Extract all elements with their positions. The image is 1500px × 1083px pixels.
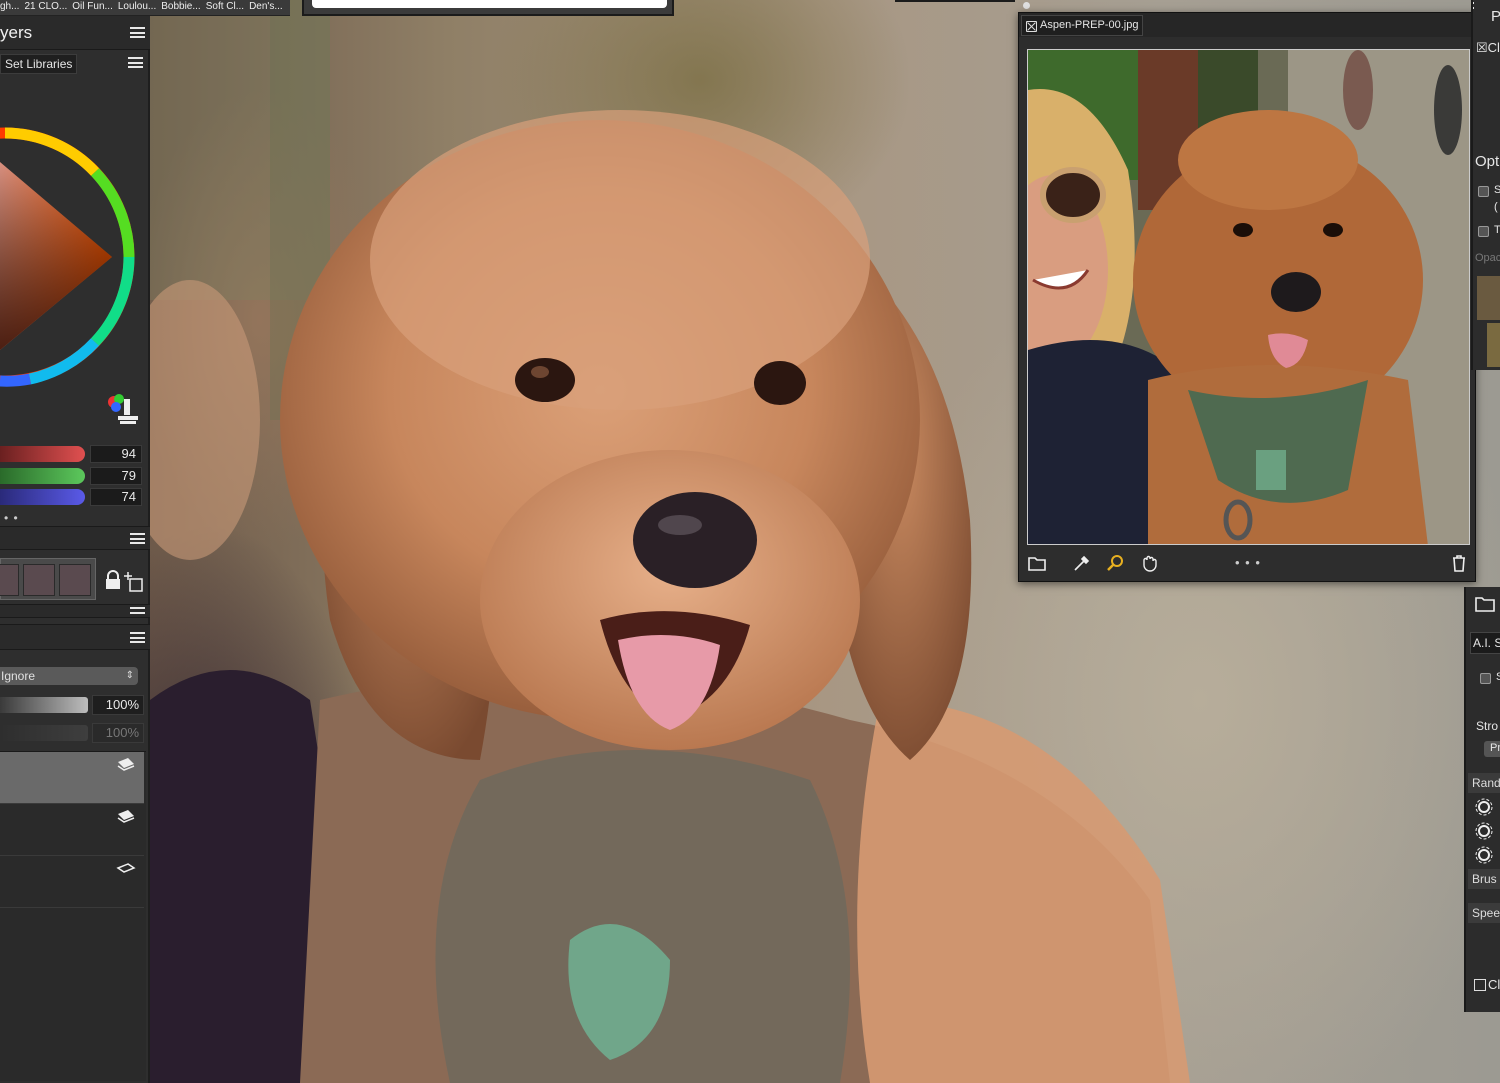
random-section[interactable]: Rand: [1468, 773, 1500, 793]
menu-icon[interactable]: [1473, 2, 1474, 13]
brush-tab[interactable]: Oil Fun...: [72, 1, 113, 12]
left-panel: yers Set Libraries 94 79 74 • • Ignore ⇕…: [0, 16, 150, 1083]
speed-section[interactable]: Spee: [1468, 903, 1500, 923]
checkbox[interactable]: [1478, 186, 1489, 197]
color-swatch[interactable]: [0, 564, 19, 596]
brush-library-strip: gh... 21 CLO... Oil Fun... Loulou... Bobbie.…: [0, 0, 290, 16]
color-swatch[interactable]: [23, 564, 55, 596]
blue-slider[interactable]: 74: [0, 487, 150, 507]
divider: [895, 0, 1015, 2]
menu-icon[interactable]: [130, 632, 145, 643]
menu-icon[interactable]: [130, 27, 145, 38]
red-slider-bar[interactable]: [0, 446, 85, 462]
checkbox-label: S: [1496, 671, 1500, 683]
checkbox-sublabel: (: [1494, 201, 1498, 213]
more-options[interactable]: • •: [4, 511, 19, 525]
checkbox-label: S: [1494, 184, 1500, 196]
green-slider-bar[interactable]: [0, 468, 85, 484]
magnifier-icon[interactable]: [1105, 553, 1125, 573]
gear-icon[interactable]: [1474, 845, 1494, 865]
close-icon[interactable]: [1026, 21, 1037, 32]
panel-heading: P: [1491, 8, 1500, 25]
options-heading: Opt: [1475, 153, 1500, 170]
stroke-label: Stro: [1476, 719, 1499, 733]
brush-tab[interactable]: Den's...: [249, 1, 283, 12]
ai-field[interactable]: A.I. S: [1470, 632, 1500, 654]
red-slider[interactable]: 94: [0, 444, 150, 464]
search-box: [302, 0, 674, 16]
window-dot[interactable]: [1023, 2, 1030, 9]
more-options[interactable]: • • •: [1235, 555, 1261, 570]
menu-icon[interactable]: [130, 533, 145, 544]
gear-icon[interactable]: [1474, 797, 1494, 817]
layers-options-header: [0, 624, 150, 650]
reference-tab-label: Aspen-PREP-00.jpg: [1040, 19, 1139, 31]
reference-tab[interactable]: Aspen-PREP-00.jpg: [1021, 15, 1143, 36]
panel-title: yers: [0, 23, 33, 42]
grain-slider[interactable]: [0, 725, 88, 741]
reference-image-panel: Aspen-PREP-00.jpg • • •: [1018, 12, 1476, 582]
folder-icon[interactable]: [1027, 553, 1047, 573]
layer-item[interactable]: [0, 752, 144, 804]
layers-header: yers: [0, 16, 150, 50]
opacity-field[interactable]: 100%: [92, 695, 144, 715]
checkbox[interactable]: [1480, 673, 1491, 684]
close-label: Cl: [1488, 977, 1500, 992]
swatch-row: [0, 558, 96, 600]
panel-close-label[interactable]: ☒Cl: [1476, 40, 1500, 56]
grabber-hand-icon[interactable]: [1139, 553, 1159, 573]
trash-icon[interactable]: [1449, 553, 1469, 573]
gear-icon[interactable]: [1474, 821, 1494, 841]
right-panel-bottom: A.I. S S Stro Pr Rand Brus Spee Cl: [1464, 587, 1500, 1012]
opacity-label: Opac: [1475, 252, 1500, 264]
layer-item[interactable]: [0, 856, 144, 908]
composite-method-select[interactable]: Ignore ⇕: [0, 667, 138, 685]
lock-icon[interactable]: [104, 570, 122, 590]
close-icon[interactable]: [1474, 979, 1486, 991]
composite-method-value: Ignore: [1, 669, 36, 683]
red-value-field[interactable]: 94: [90, 445, 142, 463]
swatches-header: [0, 526, 150, 550]
menu-icon[interactable]: [130, 607, 145, 615]
reference-photo[interactable]: [1027, 49, 1470, 545]
green-value-field[interactable]: 79: [90, 467, 142, 485]
checkbox-label: T: [1494, 224, 1500, 236]
color-swatch[interactable]: [59, 564, 91, 596]
layer-icon: [116, 863, 136, 873]
new-layer-icon[interactable]: [124, 572, 144, 592]
brush-tab[interactable]: Bobbie...: [161, 1, 200, 12]
reference-toolbar: • • •: [1019, 547, 1475, 579]
menu-icon[interactable]: [128, 57, 143, 68]
green-slider[interactable]: 79: [0, 466, 150, 486]
panel-titlebar: Aspen-PREP-00.jpg: [1019, 13, 1475, 37]
color-mixer-icon[interactable]: [106, 394, 140, 428]
blue-slider-bar[interactable]: [0, 489, 85, 505]
brush-tab[interactable]: gh...: [0, 1, 19, 12]
layer-item[interactable]: [0, 804, 144, 856]
opacity-slider[interactable]: [0, 697, 88, 713]
blue-value-field[interactable]: 74: [90, 488, 142, 506]
layer-stack-icon: [117, 758, 135, 771]
thumbnail[interactable]: [1477, 276, 1500, 320]
layer-list: [0, 751, 146, 1081]
brush-tab[interactable]: Loulou...: [118, 1, 156, 12]
brush-tab[interactable]: Soft Cl...: [206, 1, 244, 12]
folder-icon[interactable]: [1474, 595, 1496, 613]
brush-tab[interactable]: 21 CLO...: [24, 1, 67, 12]
search-input[interactable]: [312, 0, 667, 8]
layer-stack-icon: [117, 810, 135, 823]
right-panel-top: P ☒Cl Opt S ( T Opac: [1471, 0, 1500, 370]
grain-field[interactable]: 100%: [92, 723, 144, 743]
preset-button[interactable]: Pr: [1484, 741, 1500, 757]
color-wheel[interactable]: [0, 102, 150, 432]
thumbnail[interactable]: [1487, 323, 1500, 367]
select-arrow-icon: ⇕: [125, 670, 134, 681]
eyedropper-icon[interactable]: [1071, 553, 1091, 573]
checkbox[interactable]: [1478, 226, 1489, 237]
brush-section[interactable]: Brus: [1468, 869, 1500, 889]
tab-set-libraries[interactable]: Set Libraries: [0, 54, 78, 74]
collapsed-panel-header: [0, 604, 150, 618]
